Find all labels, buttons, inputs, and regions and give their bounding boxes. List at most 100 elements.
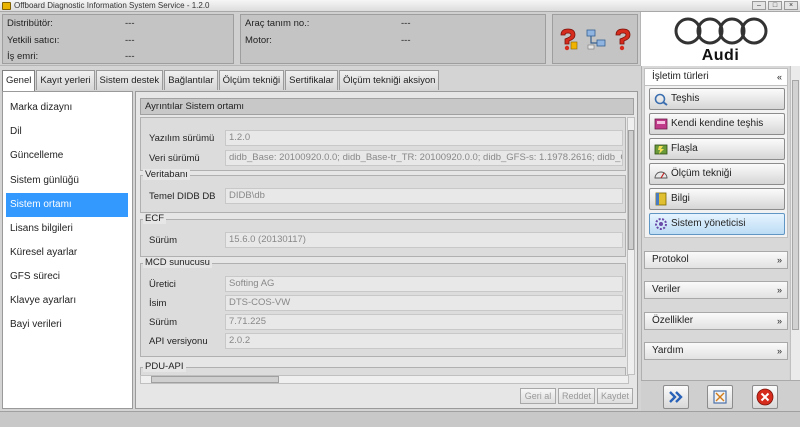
nav-item-gfs-process[interactable]: GFS süreci	[6, 265, 128, 289]
window-title: Offboard Diagnostic Information System S…	[14, 1, 210, 10]
didb-db-field[interactable]: DIDB\db	[225, 188, 623, 204]
scroll-thumb[interactable]	[792, 80, 799, 330]
system-admin-icon	[655, 218, 667, 230]
section-properties[interactable]: Özellikler »	[644, 312, 788, 330]
fit-screen-icon	[713, 390, 727, 404]
field-row: Sürüm 7.71.225	[141, 314, 625, 332]
details-panel: Ayrıntılar Sistem ortamı Yazılım sürümü …	[135, 91, 638, 409]
group-title: Veritabanı	[143, 169, 190, 180]
audi-rings-icon	[674, 17, 768, 45]
measurement-icon	[654, 171, 668, 179]
forward-button[interactable]	[663, 385, 689, 409]
mcd-version-field[interactable]: 7.71.225	[225, 314, 623, 330]
details-scroll-area[interactable]: Yazılım sürümü 1.2.0 Veri sürümü didb_Ba…	[140, 117, 629, 375]
group-title: MCD sunucusu	[143, 257, 212, 268]
right-panel-scrollbar[interactable]	[790, 66, 800, 409]
group-title: ECF	[143, 213, 166, 224]
forward-icon	[669, 391, 683, 403]
info-row: Motor: ---	[245, 35, 411, 46]
data-version-field[interactable]: didb_Base: 20100920.0.0; didb_Base-tr_TR…	[225, 150, 623, 166]
scroll-thumb[interactable]	[628, 130, 634, 250]
field-row: API versiyonu 2.0.2	[141, 333, 625, 351]
tab-system-support[interactable]: Sistem destek	[95, 70, 164, 90]
tab-connections[interactable]: Bağlantılar	[164, 70, 218, 90]
vehicle-info-box: Araç tanım no.: --- Motor: ---	[240, 14, 546, 64]
nav-item-language[interactable]: Dil	[6, 120, 128, 144]
status-bar	[0, 411, 800, 427]
dealer-info-box: Distribütör: --- Yetkili satıcı: --- İş …	[2, 14, 234, 64]
section-protocol[interactable]: Protokol »	[644, 251, 788, 269]
nav-item-keyboard[interactable]: Klavye ayarları	[6, 289, 128, 313]
operation-modes-list: Teşhis Kendi kendine teşhis Flaşla Ölçüm…	[644, 86, 788, 238]
field-row: Yazılım sürümü 1.2.0	[141, 130, 625, 148]
info-book-icon	[655, 192, 667, 206]
tab-certificates[interactable]: Sertifikalar	[285, 70, 339, 90]
nav-item-update[interactable]: Güncelleme	[6, 144, 128, 168]
exit-button[interactable]	[752, 385, 778, 409]
mode-diagnosis-button[interactable]: Teşhis	[649, 88, 785, 110]
nav-item-license[interactable]: Lisans bilgileri	[6, 217, 128, 241]
mode-self-diagnosis-button[interactable]: Kendi kendine teşhis	[649, 113, 785, 135]
fit-screen-button[interactable]	[707, 385, 733, 409]
mcd-name-field[interactable]: DTS-COS-VW	[225, 295, 623, 311]
tab-bar: Genel Kayıt yerleri Sistem destek Bağlan…	[0, 70, 640, 91]
minimize-icon[interactable]: –	[752, 1, 766, 10]
self-diagnosis-icon	[654, 118, 668, 130]
chevron-down-icon: »	[776, 316, 782, 326]
info-row: Araç tanım no.: ---	[245, 18, 411, 29]
chevron-up-icon: «	[776, 72, 782, 82]
window-titlebar: Offboard Diagnostic Information System S…	[0, 0, 800, 12]
header-tools	[552, 14, 638, 64]
vertical-scrollbar[interactable]	[627, 117, 635, 375]
software-version-field[interactable]: 1.2.0	[225, 130, 623, 146]
nav-item-system-environment[interactable]: Sistem ortamı	[6, 193, 128, 217]
chevron-down-icon: »	[776, 346, 782, 356]
nav-item-brand-design[interactable]: Marka dizaynı	[6, 96, 128, 120]
field-row: İsim DTS-COS-VW	[141, 295, 625, 313]
mcd-api-version-field[interactable]: 2.0.2	[225, 333, 623, 349]
help-question-icon[interactable]	[557, 27, 579, 51]
bottom-toolbar	[641, 380, 800, 411]
maximize-icon[interactable]: □	[768, 1, 782, 10]
save-button[interactable]: Kaydet	[597, 388, 633, 404]
field-row: Veri sürümü didb_Base: 20100920.0.0; did…	[149, 150, 623, 166]
tab-general[interactable]: Genel	[2, 70, 36, 91]
nav-item-system-log[interactable]: Sistem günlüğü	[6, 169, 128, 193]
window-controls: – □ ×	[752, 1, 798, 10]
tab-measurement-action[interactable]: Ölçüm tekniği aksiyon	[339, 70, 440, 90]
chevron-down-icon: »	[776, 285, 782, 295]
group-title: PDU-API	[143, 361, 186, 372]
undo-button[interactable]: Geri al	[520, 388, 556, 404]
app-icon	[2, 2, 11, 10]
mcd-manufacturer-field[interactable]: Softing AG	[225, 276, 623, 292]
right-panel: İşletim türleri « Teşhis Kendi kendine t…	[641, 66, 789, 409]
mode-system-admin-button[interactable]: Sistem yöneticisi	[649, 213, 785, 235]
settings-nav: Marka dizaynı Dil Güncelleme Sistem günl…	[2, 91, 133, 409]
nav-item-global-settings[interactable]: Küresel ayarlar	[6, 241, 128, 265]
field-row: Üretici Softing AG	[141, 276, 625, 294]
horizontal-scrollbar[interactable]	[140, 375, 629, 384]
diagnosis-icon	[654, 93, 668, 106]
close-icon	[756, 388, 774, 406]
info-row: Yetkili satıcı: ---	[7, 35, 135, 46]
mode-flash-button[interactable]: Flaşla	[649, 138, 785, 160]
field-row: Sürüm 15.6.0 (20130117)	[141, 232, 625, 250]
network-connection-icon[interactable]	[585, 27, 607, 51]
flash-icon	[654, 144, 668, 155]
info-row: Distribütör: ---	[7, 18, 135, 29]
mode-info-button[interactable]: Bilgi	[649, 188, 785, 210]
help-info-icon[interactable]	[612, 27, 634, 51]
section-help[interactable]: Yardım »	[644, 342, 788, 360]
tab-storage-locations[interactable]: Kayıt yerleri	[36, 70, 95, 90]
reject-button[interactable]: Reddet	[558, 388, 595, 404]
nav-item-dealer-data[interactable]: Bayi verileri	[6, 313, 128, 337]
tab-measurement[interactable]: Ölçüm tekniği	[218, 70, 285, 90]
mode-measurement-button[interactable]: Ölçüm tekniği	[649, 163, 785, 185]
scroll-thumb[interactable]	[151, 376, 279, 383]
ecf-version-field[interactable]: 15.6.0 (20130117)	[225, 232, 623, 248]
field-row: Temel DIDB DB DIDB\db	[141, 188, 625, 206]
section-data[interactable]: Veriler »	[644, 281, 788, 299]
window-close-icon[interactable]: ×	[784, 1, 798, 10]
info-row: İş emri: ---	[7, 51, 135, 62]
operation-modes-header[interactable]: İşletim türleri «	[644, 68, 788, 86]
